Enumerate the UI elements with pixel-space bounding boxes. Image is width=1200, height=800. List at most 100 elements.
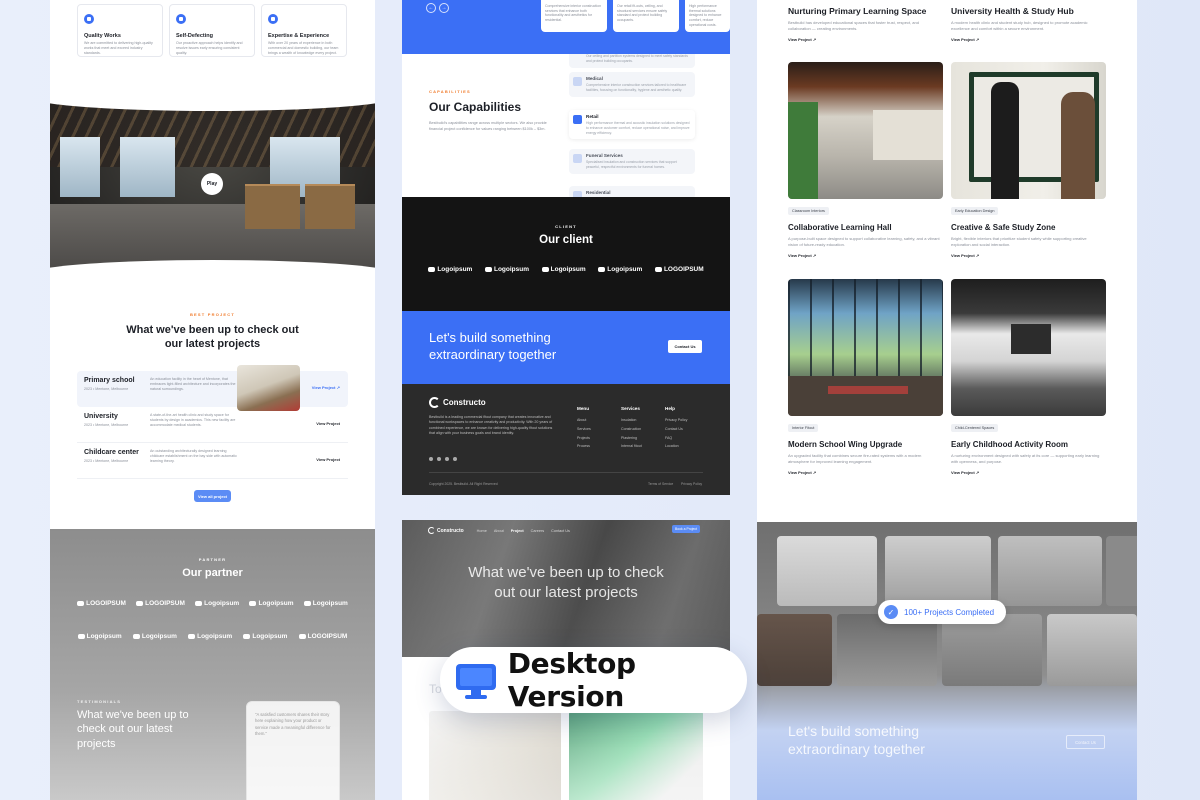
view-project-link[interactable]: View Project ↗ [312, 385, 340, 390]
capability-item-active[interactable]: Retail High performance thermal and acou… [569, 110, 695, 140]
linkedin-icon[interactable] [445, 457, 449, 461]
logo-mark-icon [195, 601, 203, 606]
cta-title: Let's build something extraordinary toge… [788, 723, 925, 758]
feature-card: Quality Works We are committed to delive… [77, 4, 163, 57]
project-card[interactable]: Early Education Design Creative & Safe S… [951, 62, 1106, 258]
x-icon[interactable] [429, 457, 433, 461]
feature-cards: Quality Works We are committed to delive… [50, 0, 375, 57]
play-button[interactable]: Play [201, 173, 223, 195]
terms-link[interactable]: Terms of Service [648, 482, 673, 486]
view-project-link[interactable]: View Project ↗ [788, 253, 943, 258]
footer-link[interactable]: Projects [577, 434, 591, 443]
classroom-photo [788, 62, 943, 199]
footer-brand[interactable]: Constructo [429, 397, 486, 408]
footer-link[interactable]: About [577, 416, 591, 425]
capability-item[interactable]: Residential [569, 186, 695, 197]
project-card[interactable]: Child-Centered Spaces Early Childhood Ac… [951, 279, 1106, 475]
view-project-link[interactable]: View Project ↗ [951, 253, 1106, 258]
view-all-project-button[interactable]: View all project [194, 490, 231, 502]
gallery-tile [837, 614, 937, 686]
contact-us-button[interactable]: Contact Us [1066, 735, 1105, 749]
footer-menu: Menu About Services Projects Process [577, 406, 591, 451]
nav-brand[interactable]: Constructo [428, 527, 464, 534]
footer-help: Help Privacy Policy Contact Us FAQ Locat… [665, 406, 687, 451]
expertise-icon [268, 14, 278, 24]
footer-col-title: Help [665, 406, 675, 411]
partner-logo: Logoipsum [132, 633, 177, 640]
capability-item[interactable]: Medical Comprehensive interior construct… [569, 72, 695, 97]
service-card: Comprehensive interior construction serv… [541, 0, 607, 32]
facebook-icon[interactable] [453, 457, 457, 461]
desktop-version-badge: Desktop Version [440, 647, 747, 713]
nav-link[interactable]: Careers [531, 529, 545, 533]
footer-link[interactable]: Construction [621, 425, 642, 434]
project-card[interactable]: Interior Fitout Modern School Wing Upgra… [788, 279, 943, 475]
project-meta: 2023 • Mentone, Melbourne [84, 459, 129, 463]
view-project-link[interactable]: View Project [316, 457, 340, 462]
gallery-tile [777, 536, 877, 606]
gallery-tile [998, 536, 1102, 606]
nav-link[interactable]: Contact Us [551, 529, 570, 533]
partner-logo: Logoipsum [77, 633, 122, 640]
view-project-link[interactable]: View Project ↗ [951, 470, 1106, 475]
book-project-button[interactable]: Book a Project [672, 525, 700, 533]
footer-link[interactable]: FAQ [665, 434, 687, 443]
testimonial-quote: "A satisfied customers shares their stor… [255, 712, 331, 736]
footer-link[interactable]: Services [577, 425, 591, 434]
privacy-link[interactable]: Privacy Policy [681, 482, 702, 486]
footer-link[interactable]: Location [665, 442, 687, 451]
capability-item[interactable]: Our ceiling and partition systems design… [569, 54, 695, 68]
footer-link[interactable]: Privacy Policy [665, 416, 687, 425]
footer-link[interactable]: Plastering [621, 434, 642, 443]
project-card[interactable]: University Health & Study Hub A modern h… [951, 6, 1106, 42]
project-item[interactable]: University 2023 • Mentone, Melbourne A st… [77, 407, 348, 443]
view-project-link[interactable]: View Project ↗ [951, 37, 1106, 42]
view-project-link[interactable]: View Project ↗ [788, 37, 943, 42]
partner-logos-row: Logoipsum Logoipsum Logoipsum Logoipsum … [50, 633, 375, 640]
capability-title: Retail [586, 114, 599, 119]
project-item[interactable]: Childcare center 2023 • Mentone, Melbourn… [77, 443, 348, 479]
capability-item[interactable]: Funeral Services Specialised insulation … [569, 149, 695, 174]
project-desc: Bright, flexible interiors that prioriti… [951, 236, 1087, 247]
activity-room-photo [951, 279, 1106, 416]
project-card[interactable]: Nurturing Primary Learning Space Bestbui… [788, 6, 943, 42]
capability-desc: Comprehensive interior construction serv… [586, 83, 687, 92]
view-project-link[interactable]: View Project [316, 421, 340, 426]
footer-link[interactable]: Insulation [621, 416, 642, 425]
contact-us-button[interactable]: Contact Us [668, 340, 702, 353]
nav-link[interactable]: Home [477, 529, 487, 533]
project-card[interactable]: Classroom Interiors Collaborative Learni… [788, 62, 943, 258]
instagram-icon[interactable] [437, 457, 441, 461]
gallery-tile [757, 614, 832, 686]
arrow-up-right-icon: ↗ [975, 469, 980, 475]
arrow-left-icon[interactable]: ← [426, 3, 436, 13]
project-item[interactable]: Primary school 2023 • Mentone, Melbourne … [77, 365, 348, 411]
footer-link[interactable]: Contact Us [665, 425, 687, 434]
footer-link[interactable]: Process [577, 442, 591, 451]
project-title: Nurturing Primary Learning Space [788, 6, 927, 16]
footer-link[interactable]: Internal fitout [621, 442, 642, 451]
project-title: Modern School Wing Upgrade [788, 440, 903, 449]
footer-col-title: Menu [577, 406, 589, 411]
view-project-link[interactable]: View Project ↗ [788, 470, 943, 475]
nav-link-active[interactable]: Project [511, 529, 524, 533]
section-title: Our partner [182, 567, 243, 579]
partner-logo: LOGOIPSUM [298, 633, 347, 640]
carousel-arrows: ← → [426, 3, 449, 13]
logo-mark-icon [77, 601, 85, 606]
section-eyebrow: BEST PROJECT [189, 312, 236, 317]
capability-title: Funeral Services [586, 153, 623, 158]
project-desc: An education facility in the heart of Me… [150, 377, 236, 392]
nav-link[interactable]: About [494, 529, 504, 533]
library-video-thumbnail[interactable]: Play [50, 97, 375, 274]
curve-mask-bottom [50, 260, 375, 274]
services-carousel: ← → Comprehensive interior construction … [402, 0, 730, 54]
client-logo: Logoipsum [541, 266, 586, 273]
window [120, 137, 175, 197]
service-card: Our retail fit-outs, ceiling, and struct… [613, 0, 679, 32]
project-title: University Health & Study Hub [951, 6, 1074, 16]
section-title: What we've been up to check out our late… [126, 324, 299, 351]
section-title: Our client [539, 234, 593, 246]
feature-title: Expertise & Experience [268, 33, 330, 39]
arrow-right-icon[interactable]: → [439, 3, 449, 13]
